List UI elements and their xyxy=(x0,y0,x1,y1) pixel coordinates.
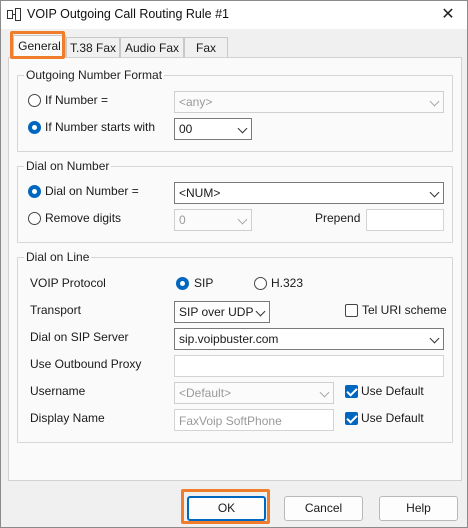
tab-fax[interactable]: Fax xyxy=(184,37,228,58)
outbound-proxy-label: Use Outbound Proxy xyxy=(30,357,142,371)
close-button[interactable]: ✕ xyxy=(429,1,467,29)
sip-server-label: Dial on SIP Server xyxy=(30,330,129,344)
voip-protocol-label: VOIP Protocol xyxy=(30,276,106,290)
ok-button[interactable]: OK xyxy=(187,496,266,521)
combo-value: <Default> xyxy=(179,386,232,400)
chevron-down-icon xyxy=(237,214,248,225)
transport-combo[interactable]: SIP over UDP xyxy=(174,301,270,323)
dial-on-number-label: Dial on Number = xyxy=(45,184,139,198)
group-title: Outgoing Number Format xyxy=(24,68,165,82)
sip-server-combo[interactable]: sip.voipbuster.com xyxy=(174,328,444,350)
if-number-radio[interactable] xyxy=(28,94,41,107)
chevron-down-icon xyxy=(255,306,266,317)
remove-digits-label: Remove digits xyxy=(45,211,122,225)
tab-t38-fax[interactable]: T.38 Fax xyxy=(66,37,120,58)
chevron-down-icon xyxy=(319,387,330,398)
combo-value: <any> xyxy=(179,95,213,109)
display-name-input[interactable]: FaxVoip SoftPhone xyxy=(174,409,334,431)
display-name-use-default-checkbox[interactable] xyxy=(345,412,358,425)
username-combo[interactable]: <Default> xyxy=(174,382,334,404)
general-tab-panel: Outgoing Number Format If Number = <any>… xyxy=(8,57,462,481)
combo-value: SIP over UDP xyxy=(179,305,254,319)
h323-radio[interactable] xyxy=(254,277,267,290)
sip-radio[interactable] xyxy=(176,277,189,290)
title-bar: VOIP Outgoing Call Routing Rule #1 ✕ xyxy=(1,1,467,29)
chevron-down-icon xyxy=(429,187,440,198)
prepend-input[interactable] xyxy=(366,209,444,231)
chevron-down-icon xyxy=(429,333,440,344)
tel-uri-scheme-checkbox[interactable] xyxy=(345,304,358,317)
prepend-label: Prepend xyxy=(315,211,361,225)
combo-value: <NUM> xyxy=(179,186,221,200)
dial-on-line-group: Dial on Line VOIP Protocol SIP H.323 Tra… xyxy=(17,250,453,443)
group-title: Dial on Number xyxy=(24,159,112,173)
tab-general[interactable]: General xyxy=(13,35,66,58)
tel-uri-scheme-label: Tel URI scheme xyxy=(362,303,447,317)
app-icon xyxy=(7,8,21,21)
if-number-combo[interactable]: <any> xyxy=(174,91,444,113)
if-number-label: If Number = xyxy=(45,93,109,107)
cancel-button[interactable]: Cancel xyxy=(284,496,363,521)
remove-digits-combo[interactable]: 0 xyxy=(174,209,252,231)
if-number-starts-with-label: If Number starts with xyxy=(45,120,156,134)
if-number-starts-with-radio[interactable] xyxy=(28,121,41,134)
sip-label: SIP xyxy=(194,276,214,290)
dial-on-number-combo[interactable]: <NUM> xyxy=(174,182,444,204)
combo-value: sip.voipbuster.com xyxy=(179,332,279,346)
transport-label: Transport xyxy=(30,303,81,317)
tab-label: General xyxy=(18,39,61,53)
username-use-default-label: Use Default xyxy=(361,384,424,398)
tab-label: Audio Fax xyxy=(124,41,180,55)
username-use-default-checkbox[interactable] xyxy=(345,385,358,398)
username-label: Username xyxy=(30,384,86,398)
help-button[interactable]: Help xyxy=(379,496,458,521)
tab-label: T.38 Fax xyxy=(69,41,117,55)
close-icon: ✕ xyxy=(441,6,455,23)
group-title: Dial on Line xyxy=(24,250,92,264)
tab-label: Fax xyxy=(195,41,216,55)
outbound-proxy-input[interactable] xyxy=(174,355,444,377)
outgoing-number-format-group: Outgoing Number Format If Number = <any>… xyxy=(17,68,453,152)
window-title: VOIP Outgoing Call Routing Rule #1 xyxy=(27,7,229,21)
dial-on-number-radio[interactable] xyxy=(28,185,41,198)
display-name-use-default-label: Use Default xyxy=(361,411,424,425)
chevron-down-icon xyxy=(237,123,248,134)
dial-on-number-group: Dial on Number Dial on Number = <NUM> Re… xyxy=(17,159,453,243)
dialog-window: VOIP Outgoing Call Routing Rule #1 ✕ Gen… xyxy=(0,0,468,528)
combo-value: 00 xyxy=(179,122,193,136)
display-name-label: Display Name xyxy=(30,411,105,425)
tab-audio-fax[interactable]: Audio Fax xyxy=(120,37,184,58)
remove-digits-radio[interactable] xyxy=(28,212,41,225)
chevron-down-icon xyxy=(429,96,440,107)
combo-value: 0 xyxy=(179,213,186,227)
h323-label: H.323 xyxy=(271,276,304,290)
starts-with-combo[interactable]: 00 xyxy=(174,118,252,140)
